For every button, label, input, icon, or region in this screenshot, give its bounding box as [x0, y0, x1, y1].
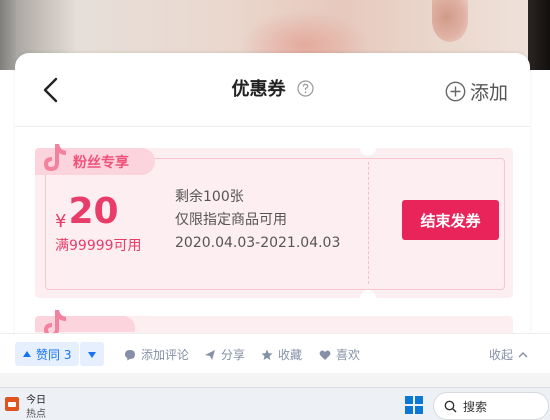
remaining-count: 剩余100张	[175, 189, 244, 205]
coupon-card: 粉丝专享 ¥20 满99999可用 剩余100张 仅限指定商品可用 2020.0…	[35, 140, 513, 306]
fan-exclusive-badge: 粉丝专享	[35, 144, 155, 175]
page-gap	[0, 373, 550, 387]
amount-value: 20	[68, 191, 119, 232]
share-label: 分享	[221, 348, 246, 362]
upvote-arrow-icon	[23, 351, 31, 357]
tiktok-logo-icon	[44, 144, 66, 171]
add-label: 添加	[469, 81, 508, 104]
add-coupon-button[interactable]: 添加	[445, 77, 508, 105]
collapse-label: 收起	[488, 348, 513, 362]
heart-icon	[319, 349, 331, 360]
coupon-amount: ¥20	[55, 191, 155, 237]
photo-ear	[432, 0, 468, 42]
chevron-up-icon	[518, 351, 528, 357]
downvote-button[interactable]	[80, 342, 104, 366]
windows-taskbar: 今日 热点 搜索	[0, 387, 550, 420]
ticket-notch-top	[360, 140, 376, 156]
news-title: 今日	[26, 395, 46, 406]
upvote-button[interactable]: 赞同 3	[15, 342, 80, 366]
upvote-label: 赞同 3	[36, 347, 72, 362]
ticket-notch-bottom	[360, 290, 376, 306]
badge-label: 粉丝专享	[73, 155, 129, 171]
help-icon[interactable]	[296, 79, 314, 97]
news-subtitle: 热点	[26, 409, 46, 420]
favorite-button[interactable]: 收藏	[261, 346, 302, 363]
search-icon	[444, 400, 457, 412]
search-label: 搜索	[463, 399, 488, 414]
share-icon	[205, 349, 215, 360]
photo-hair-left	[0, 0, 16, 70]
like-label: 喜欢	[336, 348, 361, 362]
page-title-text: 优惠券	[231, 79, 286, 100]
answer-action-bar: 赞同 3 添加评论 分享 收藏 喜欢 收起	[0, 333, 550, 374]
end-issuing-button[interactable]: 结束发券	[402, 200, 499, 240]
coupon-info: 剩余100张 仅限指定商品可用 2020.04.03-2021.04.03	[175, 186, 340, 255]
usage-scope: 仅限指定商品可用	[175, 212, 287, 228]
star-icon	[261, 349, 273, 360]
taskbar-search-box[interactable]: 搜索	[433, 392, 549, 420]
comment-icon	[125, 349, 135, 360]
coupon-screen: 优惠券 添加 粉丝专享 ¥20 满99999可用 剩余100张 仅限指定商品可用…	[15, 53, 530, 343]
comment-label: 添加评论	[141, 348, 190, 362]
photo-hair-right	[528, 0, 550, 70]
usage-condition: 满99999可用	[55, 238, 142, 254]
favorite-label: 收藏	[278, 348, 303, 362]
share-button[interactable]: 分享	[204, 346, 245, 363]
windows-start-icon[interactable]	[405, 396, 423, 414]
nav-bar: 优惠券 添加	[15, 53, 530, 127]
currency-symbol: ¥	[55, 211, 67, 232]
plus-circle-icon	[445, 81, 466, 101]
perforation-divider	[368, 162, 369, 284]
add-comment-button[interactable]: 添加评论	[124, 346, 189, 363]
validity-period: 2020.04.03-2021.04.03	[175, 235, 341, 251]
like-button[interactable]: 喜欢	[319, 346, 360, 363]
downvote-arrow-icon	[88, 352, 96, 358]
news-icon	[5, 397, 19, 411]
collapse-button[interactable]: 收起	[489, 346, 528, 363]
